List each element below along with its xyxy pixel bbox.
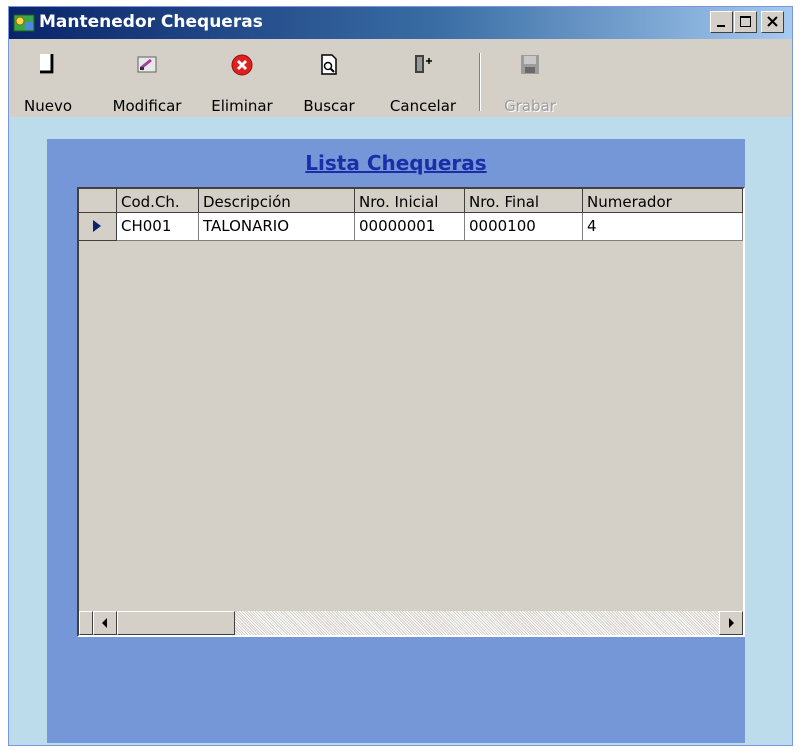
buscar-label: Buscar xyxy=(303,97,355,115)
maximize-icon xyxy=(740,16,751,27)
row-selector[interactable] xyxy=(79,213,117,241)
chequeras-grid[interactable]: Cod.Ch. Descripción Nro. Inicial Nro. Fi… xyxy=(77,187,745,637)
header-corner xyxy=(79,189,117,213)
window-title: Mantenedor Chequeras xyxy=(39,12,263,32)
scroll-right-button[interactable] xyxy=(719,611,743,635)
list-title: Lista Chequeras xyxy=(305,151,487,175)
list-panel: Lista Chequeras Cod.Ch. Descripción Nro.… xyxy=(47,139,745,743)
cancelar-button[interactable]: Cancelar xyxy=(379,47,467,115)
minimize-button[interactable] xyxy=(710,11,733,33)
table-row[interactable]: CH001 TALONARIO 00000001 0000100 4 xyxy=(79,213,743,241)
column-header-cod[interactable]: Cod.Ch. xyxy=(117,189,199,213)
cell-nro-final[interactable]: 0000100 xyxy=(465,213,583,241)
column-header-numerador[interactable]: Numerador xyxy=(583,189,743,213)
horizontal-scrollbar[interactable] xyxy=(79,611,743,635)
cell-cod[interactable]: CH001 xyxy=(117,213,199,241)
main-window: Mantenedor Chequeras Nuevo Modificar Eli… xyxy=(8,6,793,746)
maximize-button[interactable] xyxy=(734,11,757,33)
grid-header: Cod.Ch. Descripción Nro. Inicial Nro. Fi… xyxy=(79,189,743,213)
current-row-arrow-icon xyxy=(93,220,101,232)
close-icon xyxy=(767,16,778,27)
scroll-thumb[interactable] xyxy=(117,611,235,635)
cell-numerador[interactable]: 4 xyxy=(583,213,743,241)
modificar-label: Modificar xyxy=(112,97,182,115)
arrow-left-icon xyxy=(102,618,107,628)
grabar-label: Grabar xyxy=(504,97,556,115)
minimize-icon xyxy=(717,25,725,27)
column-header-nro-inicial[interactable]: Nro. Inicial xyxy=(355,189,465,213)
title-bar[interactable]: Mantenedor Chequeras xyxy=(9,7,792,39)
client-area: Lista Chequeras Cod.Ch. Descripción Nro.… xyxy=(9,117,792,745)
app-icon xyxy=(13,14,35,32)
exit-door-icon xyxy=(415,55,432,73)
toolbar: Nuevo Modificar Eliminar Buscar Cancelar… xyxy=(9,39,792,117)
close-button[interactable] xyxy=(761,11,784,33)
cancelar-label: Cancelar xyxy=(389,97,457,115)
nuevo-button[interactable]: Nuevo xyxy=(9,47,87,115)
nuevo-label: Nuevo xyxy=(23,97,72,115)
scroll-edge xyxy=(79,611,93,635)
column-header-descripcion[interactable]: Descripción xyxy=(199,189,355,213)
new-document-icon xyxy=(40,54,54,74)
save-icon xyxy=(521,55,539,74)
buscar-button[interactable]: Buscar xyxy=(293,47,365,115)
toolbar-separator xyxy=(479,53,481,111)
search-icon xyxy=(321,54,337,75)
modificar-button[interactable]: Modificar xyxy=(101,47,193,115)
arrow-right-icon xyxy=(729,618,734,628)
grabar-button[interactable]: Grabar xyxy=(493,47,567,115)
edit-icon xyxy=(137,56,157,73)
scroll-left-button[interactable] xyxy=(93,611,117,635)
eliminar-button[interactable]: Eliminar xyxy=(205,47,279,115)
cell-nro-inicial[interactable]: 00000001 xyxy=(355,213,465,241)
cell-descripcion[interactable]: TALONARIO xyxy=(199,213,355,241)
eliminar-label: Eliminar xyxy=(211,97,273,115)
column-header-nro-final[interactable]: Nro. Final xyxy=(465,189,583,213)
delete-icon xyxy=(231,54,253,76)
